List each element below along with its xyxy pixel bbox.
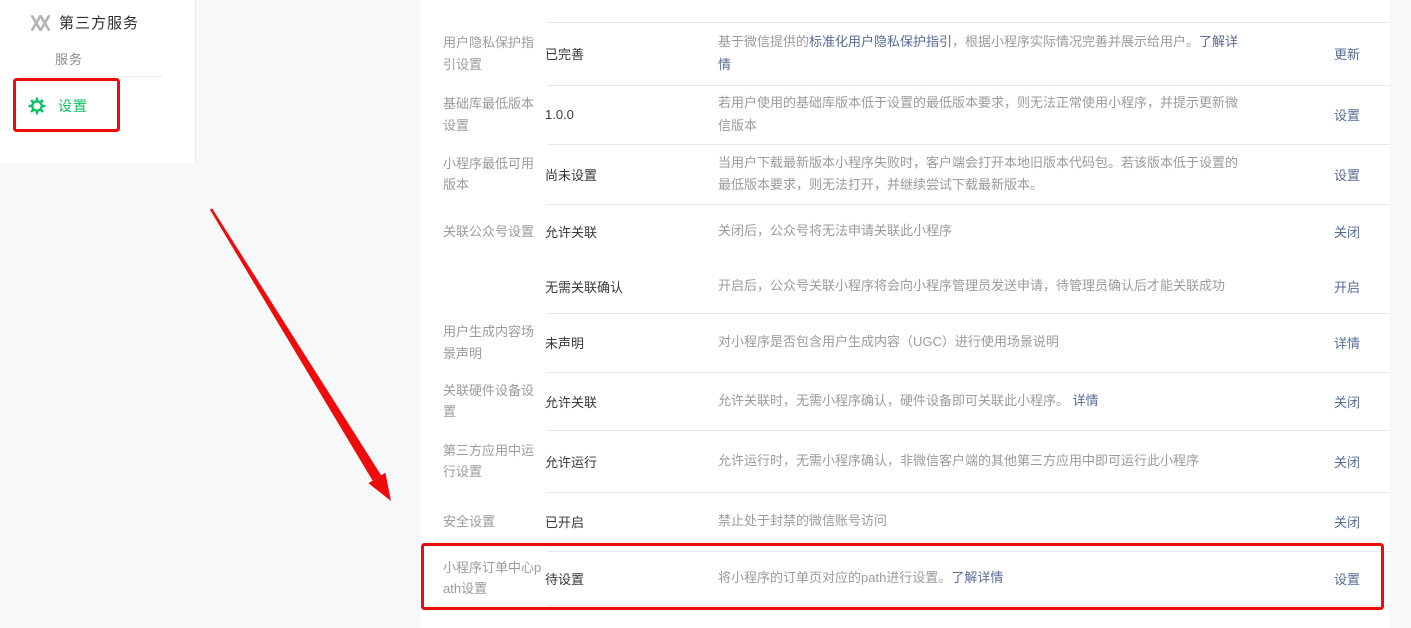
sidebar-divider (20, 76, 162, 77)
desc-text: 对小程序是否包含用户生成内容（UGC）进行使用场景说明 (718, 334, 1059, 349)
row-value: 无需关联确认 (545, 277, 718, 296)
row-value: 尚未设置 (545, 165, 718, 184)
table-row: 第三方应用中运行设置 允许运行 允许运行时，无需小程序确认，非微信客户端的其他第… (420, 430, 1390, 492)
annotation-arrow (210, 208, 391, 501)
desc-text: ，根据小程序实际情况完善并展示给用户。 (952, 34, 1199, 49)
sidebar-header: 第三方服务 (30, 12, 139, 33)
row-desc: 禁止处于封禁的微信账号访问 (718, 510, 1240, 532)
desc-inline-link[interactable]: 标准化用户隐私保护指引 (809, 34, 952, 49)
row-label: 关联公众号设置 (443, 221, 545, 242)
table-row: 无需关联确认 开启后，公众号关联小程序将会向小程序管理员发送申请，待管理员确认后… (420, 259, 1390, 313)
row-action-link[interactable]: 设置 (1334, 569, 1390, 588)
sidebar-item-settings[interactable]: 设置 (28, 96, 88, 116)
row-action-link[interactable]: 关闭 (1334, 392, 1390, 411)
row-value: 已完善 (545, 44, 718, 63)
row-action-link[interactable]: 开启 (1334, 277, 1390, 296)
settings-panel: 用户隐私保护指引设置 已完善 基于微信提供的标准化用户隐私保护指引，根据小程序实… (420, 0, 1390, 628)
row-label: 小程序订单中心path设置 (443, 557, 545, 600)
row-action-link[interactable]: 设置 (1334, 105, 1390, 124)
row-desc: 关闭后，公众号将无法申请关联此小程序 (718, 220, 1240, 242)
row-desc: 允许运行时，无需小程序确认，非微信客户端的其他第三方应用中即可运行此小程序 (718, 450, 1240, 472)
row-value: 允许运行 (545, 452, 718, 471)
table-row: 用户隐私保护指引设置 已完善 基于微信提供的标准化用户隐私保护指引，根据小程序实… (420, 22, 1390, 85)
row-desc: 当用户下载最新版本小程序失败时，客户端会打开本地旧版本代码包。若该版本低于设置的… (718, 152, 1240, 196)
row-value: 允许关联 (545, 392, 718, 411)
table-row: 安全设置 已开启 禁止处于封禁的微信账号访问 关闭 (420, 492, 1390, 551)
row-desc: 若用户使用的基础库版本低于设置的最低版本要求，则无法正常使用小程序，并提示更新微… (718, 92, 1240, 136)
desc-text: 关闭后，公众号将无法申请关联此小程序 (718, 223, 952, 238)
row-desc: 允许关联时，无需小程序确认，硬件设备即可关联此小程序。 详情 (718, 390, 1240, 412)
row-label: 用户生成内容场景声明 (443, 321, 545, 364)
third-party-service-settings-page: 第三方服务 服务 (0, 0, 1411, 628)
row-label: 用户隐私保护指引设置 (443, 32, 545, 75)
row-value: 待设置 (545, 569, 718, 588)
row-value: 允许关联 (545, 222, 718, 241)
row-label: 关联硬件设备设置 (443, 380, 545, 423)
row-action-link[interactable]: 详情 (1334, 333, 1390, 352)
sidebar-title: 第三方服务 (59, 12, 139, 33)
sidebar-group-label: 服务 (55, 49, 83, 68)
row-value: 未声明 (545, 333, 718, 352)
row-value: 1.0.0 (545, 107, 718, 122)
table-row: 基础库最低版本设置 1.0.0 若用户使用的基础库版本低于设置的最低版本要求，则… (420, 85, 1390, 144)
row-label: 第三方应用中运行设置 (443, 440, 545, 483)
table-row: 关联硬件设备设置 允许关联 允许关联时，无需小程序确认，硬件设备即可关联此小程序… (420, 372, 1390, 430)
row-desc: 开启后，公众号关联小程序将会向小程序管理员发送申请，待管理员确认后才能关联成功 (718, 275, 1240, 297)
desc-text: 开启后，公众号关联小程序将会向小程序管理员发送申请，待管理员确认后才能关联成功 (718, 278, 1225, 293)
table-row: 关联公众号设置 允许关联 关闭后，公众号将无法申请关联此小程序 关闭 (420, 204, 1390, 259)
row-action-link[interactable]: 设置 (1334, 165, 1390, 184)
gear-icon (28, 97, 46, 115)
row-action-link[interactable]: 关闭 (1334, 512, 1390, 531)
sidebar: 第三方服务 服务 (0, 0, 196, 163)
row-desc: 对小程序是否包含用户生成内容（UGC）进行使用场景说明 (718, 331, 1240, 353)
row-label: 基础库最低版本设置 (443, 93, 545, 136)
desc-text: 将小程序的订单页对应的path进行设置。 (718, 570, 951, 585)
row-value: 已开启 (545, 512, 718, 531)
row-action-link[interactable]: 关闭 (1334, 222, 1390, 241)
desc-text: 禁止处于封禁的微信账号访问 (718, 513, 887, 528)
third-party-logo-icon (30, 14, 51, 32)
row-desc: 将小程序的订单页对应的path进行设置。了解详情 (718, 567, 1240, 589)
table-row: 小程序最低可用版本 尚未设置 当用户下载最新版本小程序失败时，客户端会打开本地旧… (420, 144, 1390, 204)
desc-inline-link[interactable]: 详情 (1073, 393, 1099, 408)
desc-text: 允许关联时，无需小程序确认，硬件设备即可关联此小程序。 (718, 393, 1073, 408)
desc-inline-link[interactable]: 了解详情 (951, 570, 1003, 585)
row-label: 小程序最低可用版本 (443, 153, 545, 196)
row-action-link[interactable]: 关闭 (1334, 452, 1390, 471)
desc-text: 基于微信提供的 (718, 34, 809, 49)
desc-text: 若用户使用的基础库版本低于设置的最低版本要求，则无法正常使用小程序，并提示更新微… (718, 95, 1238, 132)
desc-text: 允许运行时，无需小程序确认，非微信客户端的其他第三方应用中即可运行此小程序 (718, 453, 1199, 468)
row-label: 安全设置 (443, 511, 545, 532)
sidebar-item-settings-label: 设置 (58, 96, 88, 116)
table-row: 用户生成内容场景声明 未声明 对小程序是否包含用户生成内容（UGC）进行使用场景… (420, 313, 1390, 372)
row-action-link[interactable]: 更新 (1334, 44, 1390, 63)
row-desc: 基于微信提供的标准化用户隐私保护指引，根据小程序实际情况完善并展示给用户。了解详… (718, 31, 1240, 75)
table-row: 小程序订单中心path设置 待设置 将小程序的订单页对应的path进行设置。了解… (420, 551, 1390, 605)
desc-text: 当用户下载最新版本小程序失败时，客户端会打开本地旧版本代码包。若该版本低于设置的… (718, 155, 1238, 192)
settings-table: 用户隐私保护指引设置 已完善 基于微信提供的标准化用户隐私保护指引，根据小程序实… (420, 22, 1390, 605)
